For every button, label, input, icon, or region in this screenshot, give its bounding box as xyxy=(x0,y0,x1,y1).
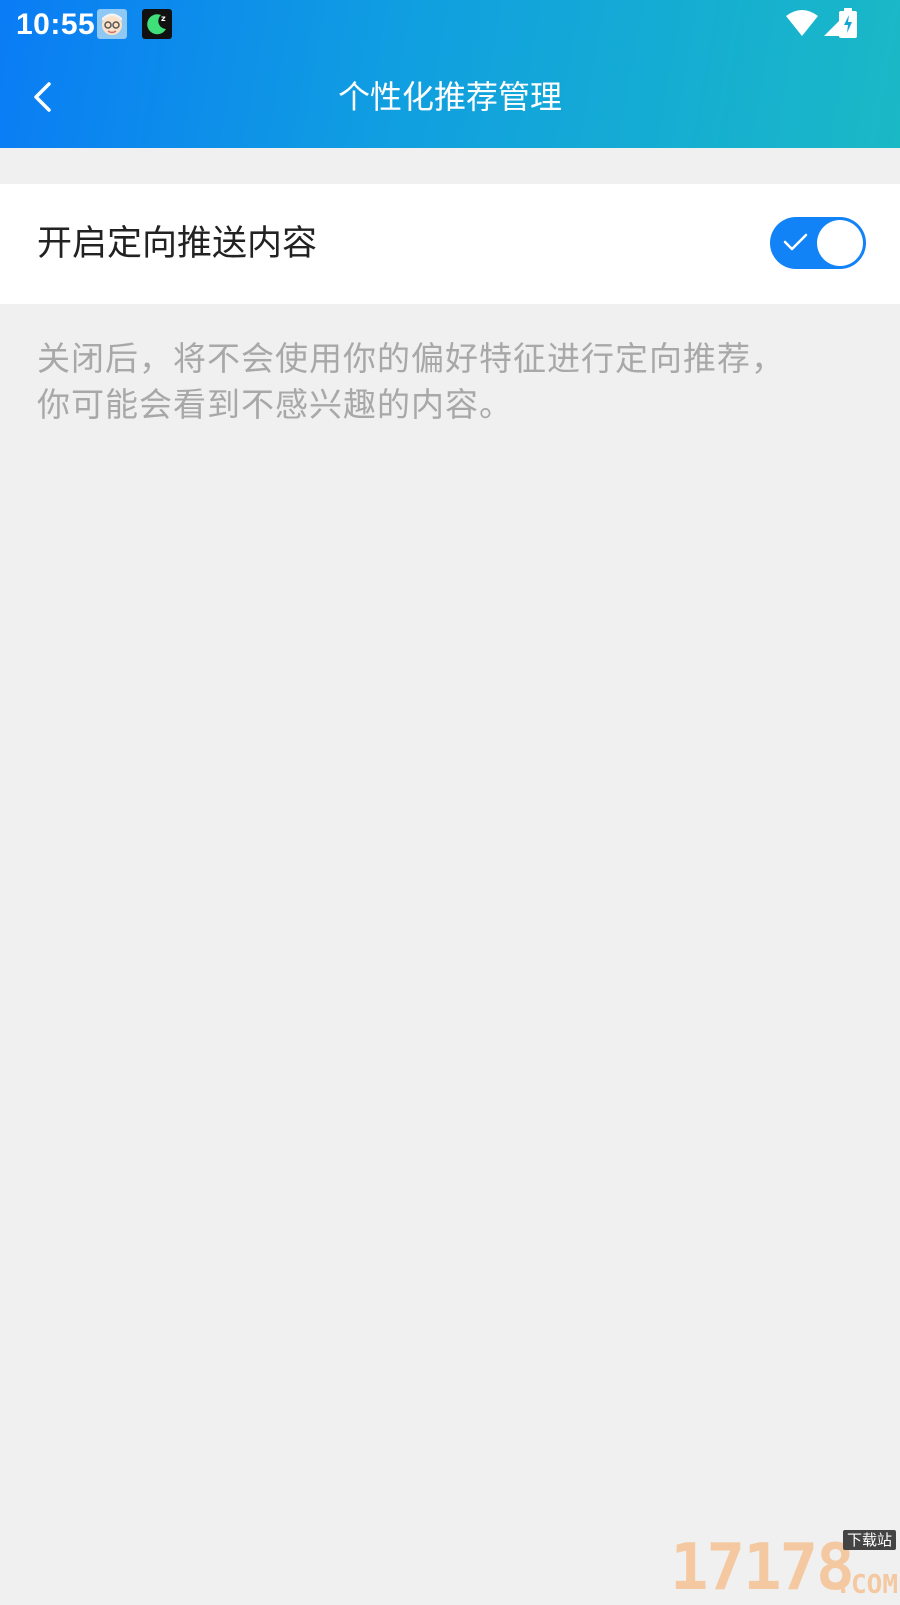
targeted-push-label: 开启定向推送内容 xyxy=(37,224,318,264)
targeted-push-toggle[interactable] xyxy=(770,217,866,269)
battery-charging-icon xyxy=(839,8,857,42)
watermark-digits: 17178 xyxy=(670,1531,855,1605)
toggle-knob xyxy=(817,220,863,266)
checkmark-icon xyxy=(783,231,809,257)
svg-text:z: z xyxy=(161,14,166,23)
app-header: 10:55 z 个性化推荐管理 xyxy=(0,0,900,148)
targeted-push-setting-row: 开启定向推送内容 xyxy=(0,184,900,304)
setting-description: 关闭后，将不会使用你的偏好特征进行定向推荐，你可能会看到不感兴趣的内容。 xyxy=(37,339,785,424)
wifi-icon xyxy=(786,10,818,40)
watermark-tag: 下载站 xyxy=(842,1530,896,1550)
site-watermark: 17178 下载站 .COM xyxy=(670,1530,900,1600)
status-bar: 10:55 z xyxy=(0,0,900,50)
avatar-app-icon xyxy=(97,9,127,39)
nav-bar: 个性化推荐管理 xyxy=(0,50,900,148)
sleep-app-icon: z xyxy=(142,9,172,39)
status-time: 10:55 xyxy=(16,8,96,41)
page-title: 个性化推荐管理 xyxy=(337,78,562,116)
watermark-suffix: .COM xyxy=(835,1570,898,1600)
